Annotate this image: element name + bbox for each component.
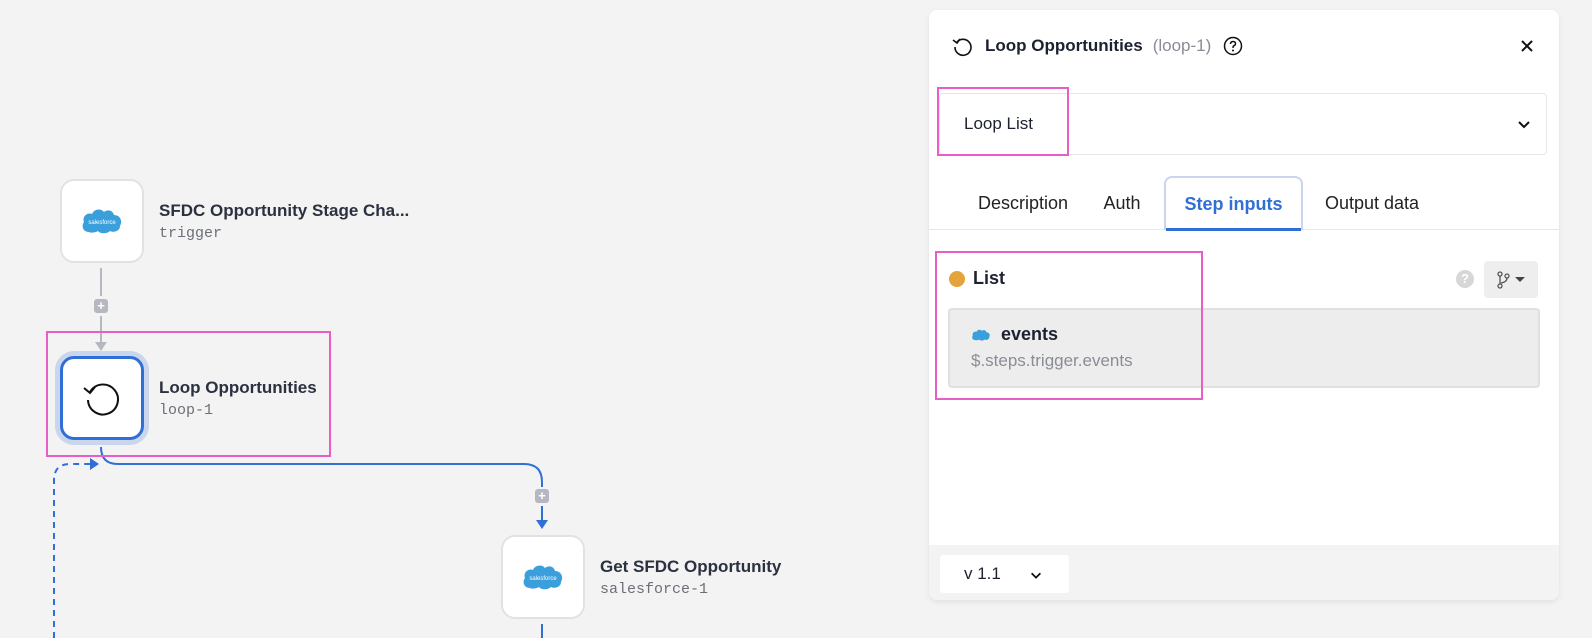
arrow-head — [95, 342, 107, 351]
trigger-node[interactable]: salesforce SFDC Opportunity Stage Cha...… — [60, 179, 409, 263]
node-id: loop-1 — [159, 401, 214, 419]
chevron-down-icon — [1031, 572, 1041, 579]
action-select-value: Loop List — [964, 114, 1033, 133]
help-icon[interactable]: ? — [1456, 270, 1474, 288]
input-value-box[interactable]: events $.steps.trigger.events — [948, 308, 1540, 388]
node-id: salesforce-1 — [600, 580, 709, 598]
node-id: trigger — [159, 224, 223, 242]
connector-loop-get — [100, 446, 543, 487]
salesforce-icon — [972, 329, 990, 341]
panel-header: Loop Opportunities (loop-1) — [929, 10, 1559, 82]
action-select[interactable]: Loop List — [939, 93, 1547, 155]
input-label: List — [973, 268, 1006, 288]
svg-text:salesforce: salesforce — [88, 220, 116, 226]
input-value-path: $.steps.trigger.events — [971, 351, 1133, 370]
salesforce-icon: salesforce — [523, 565, 563, 590]
node-title: Get SFDC Opportunity — [600, 556, 782, 576]
add-step-button[interactable]: + — [94, 299, 108, 313]
salesforce-icon: salesforce — [82, 209, 122, 234]
loop-node[interactable]: Loop Opportunities loop-1 — [60, 356, 317, 440]
svg-text:salesforce: salesforce — [529, 576, 557, 582]
node-title: Loop Opportunities — [159, 377, 317, 397]
add-step-button[interactable]: + — [535, 489, 549, 503]
help-icon[interactable] — [1223, 36, 1243, 56]
loop-icon — [952, 38, 972, 57]
input-field-label: List — [949, 268, 1005, 289]
node-title: SFDC Opportunity Stage Cha... — [159, 200, 410, 220]
status-dot — [949, 270, 965, 287]
tab-step-inputs[interactable]: Step inputs — [1164, 176, 1303, 231]
git-branch-icon — [1497, 270, 1525, 289]
panel-step-id: (loop-1) — [1152, 36, 1212, 55]
tab-description[interactable]: Description — [951, 176, 1095, 230]
panel-title: Loop Opportunities — [985, 36, 1143, 55]
step-config-panel: Loop Opportunities (loop-1) Loop List De… — [929, 10, 1559, 600]
get-opportunity-node[interactable]: salesforce Get SFDC Opportunity salesfor… — [501, 535, 781, 619]
node-icon-box[interactable]: salesforce — [60, 179, 144, 263]
version-value: v 1.1 — [964, 564, 1001, 583]
close-icon[interactable] — [1517, 36, 1537, 56]
arrow-head — [536, 520, 548, 529]
node-icon-box[interactable]: salesforce — [501, 535, 585, 619]
chevron-down-icon — [1518, 121, 1530, 129]
panel-footer: v 1.1 — [929, 545, 1559, 600]
panel-tabs: Description Auth Step inputs Output data — [929, 166, 1559, 231]
input-value-name: events — [1001, 324, 1059, 344]
branch-menu-button[interactable] — [1484, 261, 1538, 298]
connector-lines — [53, 268, 548, 638]
version-select[interactable]: v 1.1 — [940, 555, 1069, 593]
arrow-head — [90, 458, 99, 470]
tab-auth[interactable]: Auth — [1095, 176, 1149, 230]
loop-icon — [83, 383, 119, 416]
node-icon-box[interactable] — [60, 356, 144, 440]
loop-back-connector — [53, 463, 90, 638]
tab-output-data[interactable]: Output data — [1317, 176, 1427, 230]
